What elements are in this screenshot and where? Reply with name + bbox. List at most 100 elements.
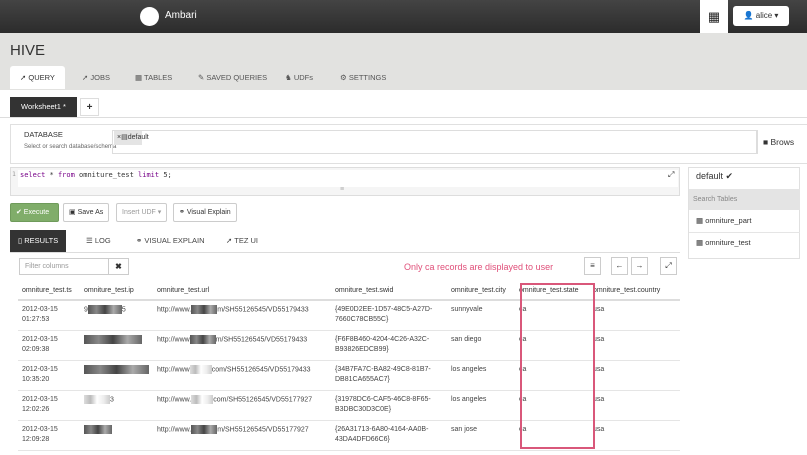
button-label: Save As [77,209,104,216]
visual-explain-button[interactable]: ⚭ Visual Explain [173,203,237,222]
paper-plane-icon: ➚ [226,236,233,245]
paperclip-icon: ✎ [198,73,205,82]
cell-text: {49E0D2EE-1D57-48C5-A27D-7660C78CB55C} [335,306,433,323]
column-header[interactable]: omniture_test.swid [331,282,447,301]
table-cell: usa [589,300,680,331]
brand-name[interactable]: Ambari [165,10,197,21]
browse-button[interactable]: ■ Brows [757,130,807,154]
puzzle-icon: ♞ [285,73,292,82]
save-as-button[interactable]: ▣ Save As [63,203,110,222]
cell-text: http://www. [157,395,192,403]
tab-saved-queries[interactable]: ✎ SAVED QUERIES [188,66,277,89]
expand-results-button[interactable]: ⤢ [660,257,677,275]
cell-text: http://www. [157,425,192,433]
table-cell [80,360,153,391]
database-tag[interactable]: ×▤default [114,131,149,145]
redacted-block [84,424,112,434]
tab-label: TABLES [144,73,173,82]
user-name: alice ▾ [755,11,779,20]
ambari-logo-icon[interactable] [140,7,159,26]
tab-label: SETTINGS [348,73,387,82]
tab-jobs[interactable]: ➚ JOBS [72,66,120,89]
tab-label: UDFs [293,73,313,82]
cell-text: com/SH55126545/VD55179433 [211,365,311,373]
insert-udf-button[interactable]: Insert UDF ▾ [116,203,168,222]
table-cell: san jose [447,420,515,451]
table-cell: http://www m/SH55126545/VD55179433 [153,330,331,361]
arrow-right-icon: → [635,261,644,270]
cell-text: 5 [121,306,126,314]
database-hint: Select or search database/schema [24,144,117,150]
file-icon: ▯ [18,236,23,245]
expand-icon[interactable]: ⤢ [668,170,674,180]
columns-menu-button[interactable]: ≡ [584,257,601,275]
cell-text: m/SH55126545/VD55179433 [217,306,309,314]
column-header[interactable]: omniture_test.url [153,282,331,301]
table-icon: ▦ [696,216,704,225]
filter-columns-input[interactable]: Filter columns [19,258,109,275]
worksheet-tab[interactable]: Worksheet1 * [10,97,77,117]
redacted-block [189,334,216,344]
tab-label: QUERY [28,73,55,82]
tab-udfs[interactable]: ♞ UDFs [275,66,323,89]
divider [10,252,680,253]
line-number: 1 [12,170,16,178]
database-select[interactable] [112,130,757,154]
arrow-left-icon: ← [615,261,624,270]
table-name: omniture_test [705,238,751,247]
tab-label: SAVED QUERIES [206,73,268,82]
add-worksheet-button[interactable]: + [80,98,99,116]
apps-grid-icon[interactable]: ▦ [700,0,728,34]
table-item[interactable]: ▦ omniture_part [696,216,751,225]
tab-label: RESULTS [24,236,59,245]
save-icon: ▣ [69,209,76,216]
query-text[interactable]: select * from omniture_test limit 5; [18,170,678,187]
table-cell [80,420,153,451]
view-header [0,33,807,90]
gear-icon: ⚙ [340,73,347,82]
redacted-block [191,305,218,314]
table-cell: los angeles [447,360,515,391]
cell-text: 2012-03-15 12:09:28 [22,425,58,443]
cell-text: com/SH55126545/VD55177927 [213,395,313,403]
list-icon: ≡ [590,261,595,270]
annotation-note: Only ca records are displayed to user [404,262,554,272]
cell-text: {F6F8B460-4204-4C26-A32C-B93826EDCB99} [335,335,430,353]
tab-tables[interactable]: ▦ TABLES [125,66,182,89]
next-page-button[interactable]: → [631,257,648,275]
previous-page-button[interactable]: ← [611,257,628,275]
tab-log[interactable]: ☰ LOG [78,230,119,252]
table-item[interactable]: ▦ omniture_test [696,238,751,247]
expand-icon: ⤢ [665,261,672,270]
user-menu-button[interactable]: 👤 alice ▾ [733,6,789,26]
execute-button[interactable]: ✔ Execute [10,203,59,222]
selected-database[interactable]: default ✔ [696,171,733,182]
column-header[interactable]: omniture_test.ts [18,282,80,301]
tab-settings[interactable]: ⚙ SETTINGS [330,66,396,89]
clear-filter-button[interactable]: ✖ [108,258,129,275]
column-header[interactable]: omniture_test.country [589,282,680,301]
divider [0,117,807,118]
cell-text: san diego [451,335,482,343]
table-cell: {26A31713-6A80-4164-AA0B-43DA4DFD66C6} [331,420,447,451]
cell-text: http://www [157,365,190,373]
database-icon: ▤ [121,134,128,141]
cell-text: http://www [157,335,190,343]
resize-handle[interactable]: ≡ [340,186,344,193]
list-icon: ☰ [86,236,93,245]
table-icon: ▦ [696,238,704,247]
tab-results[interactable]: ▯ RESULTS [10,230,67,252]
database-tag-label: default [127,134,149,141]
redacted-block [87,305,122,314]
tab-query[interactable]: ➚ QUERY [10,66,65,89]
column-header[interactable]: omniture_test.ip [80,282,153,301]
tab-tez-ui[interactable]: ➚ TEZ UI [218,230,266,252]
cell-text: {26A31713-6A80-4164-AA0B-43DA4DFD66C6} [335,425,429,443]
table-cell: 2012-03-15 12:09:28 [18,420,80,451]
divider [689,232,800,233]
search-tables-input[interactable]: Search Tables [689,189,800,210]
tab-visual-explain[interactable]: ⚭ VISUAL EXPLAIN [128,230,213,252]
redacted-block [189,364,212,374]
column-header[interactable]: omniture_test.city [447,282,515,301]
paper-plane-icon: ➚ [82,73,89,82]
